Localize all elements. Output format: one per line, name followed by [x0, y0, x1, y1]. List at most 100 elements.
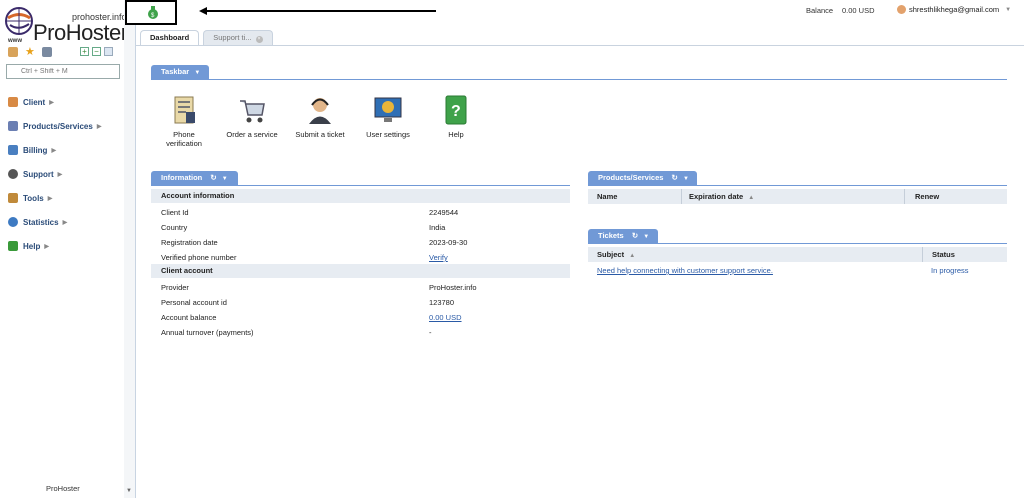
col-name[interactable]: Name — [597, 189, 617, 204]
info-key: Registration date — [161, 238, 218, 247]
scroll-down-icon[interactable]: ▼ — [126, 488, 132, 494]
menu-item-support[interactable]: Support ▶ — [8, 162, 101, 186]
sidebar: prohoster.info ProHoster www ★ + − Clien… — [0, 0, 136, 498]
info-key: Account balance — [161, 313, 217, 322]
col-subject[interactable]: Subject ▲ — [597, 247, 635, 264]
globe-icon — [8, 217, 18, 227]
refresh-icon[interactable]: ↻ — [210, 173, 216, 182]
col-status[interactable]: Status — [922, 247, 955, 262]
menu-item-help[interactable]: Help ▶ — [8, 234, 101, 258]
refresh-icon[interactable]: ↻ — [632, 231, 638, 240]
globe-logo-icon — [5, 7, 33, 35]
col-expiration-label: Expiration date — [689, 192, 744, 201]
user-avatar-icon — [897, 5, 906, 14]
task-label: User settings — [366, 130, 410, 139]
chevron-right-icon: ▶ — [44, 243, 49, 250]
logo-wordmark: ProHoster — [33, 20, 128, 45]
info-key: Personal account id — [161, 298, 227, 307]
logo-www: www — [8, 38, 23, 44]
info-key: Annual turnover (payments) — [161, 328, 254, 337]
tab-dashboard[interactable]: Dashboard — [140, 30, 200, 45]
chevron-down-icon[interactable]: ▼ — [643, 234, 649, 240]
toolbox-icon[interactable] — [42, 47, 52, 57]
tickets-table-header: Subject ▲ Status — [588, 247, 1007, 262]
chevron-right-icon: ▶ — [62, 219, 68, 226]
chevron-down-icon[interactable]: ▼ — [222, 176, 228, 182]
refresh-icon[interactable]: ↻ — [672, 173, 678, 182]
menu-label: Products/Services — [23, 121, 93, 131]
prohoster-logo[interactable]: prohoster.info ProHoster www — [2, 4, 128, 45]
client-account-section: Client account — [151, 264, 570, 278]
favorites-star-icon[interactable]: ★ — [25, 47, 35, 58]
balance-label: Balance — [806, 6, 834, 15]
menu-item-tools[interactable]: Tools ▶ — [8, 186, 101, 210]
menu-label: Statistics — [23, 217, 59, 227]
chevron-right-icon: ▶ — [96, 123, 102, 130]
col-subject-label: Subject — [597, 250, 625, 259]
money-bag-icon[interactable]: $ — [147, 5, 159, 19]
chevron-right-icon: ▶ — [57, 171, 63, 178]
headset-icon — [8, 169, 18, 179]
tree-icon[interactable] — [8, 47, 18, 57]
task-help[interactable]: ? Help — [422, 95, 490, 148]
menu-item-billing[interactable]: Billing ▶ — [8, 138, 101, 162]
chevron-right-icon: ▶ — [47, 195, 53, 202]
support-agent-icon — [309, 98, 331, 124]
menu-item-client[interactable]: Client ▶ — [8, 90, 101, 114]
task-label: Order a service — [226, 130, 278, 139]
menu-item-products[interactable]: Products/Services ▶ — [8, 114, 101, 138]
ticket-subject-link[interactable]: Need help connecting with customer suppo… — [597, 266, 773, 275]
user-email: shresthlikhega@gmail.com — [909, 5, 1000, 14]
account-id-value: 123780 — [429, 298, 455, 307]
info-key: Client Id — [161, 208, 189, 217]
task-order-service[interactable]: Order a service — [218, 95, 286, 148]
task-user-settings[interactable]: User settings — [354, 95, 422, 148]
account-balance-link[interactable]: 0.00 USD — [429, 313, 462, 322]
expand-all-icon[interactable]: + — [80, 47, 89, 56]
products-header[interactable]: Products/Services ↻ ▼ — [588, 171, 697, 185]
main-menu: Client ▶ Products/Services ▶ Billing ▶ Supp… — [8, 90, 101, 258]
sort-asc-icon: ▲ — [748, 195, 755, 201]
pin-icon[interactable] — [104, 47, 113, 56]
tab-support-ticket[interactable]: Support ti... × — [203, 30, 273, 45]
taskbar-items: Phone verification Order a service Submi… — [150, 95, 490, 148]
chevron-right-icon: ▶ — [51, 147, 57, 154]
menu-search-input[interactable] — [6, 64, 120, 79]
account-info-section: Account information — [151, 189, 570, 203]
turnover-value: - — [429, 328, 432, 337]
tickets-header[interactable]: Tickets ↻ ▼ — [588, 229, 658, 243]
menu-item-statistics[interactable]: Statistics ▶ — [8, 210, 101, 234]
tab-bar: Dashboard Support ti... × — [140, 30, 273, 45]
col-renew[interactable]: Renew — [904, 189, 939, 204]
user-menu[interactable]: shresthlikhega@gmail.com ▼ — [897, 5, 1011, 14]
tab-divider — [136, 45, 1024, 46]
collapse-all-icon[interactable]: − — [92, 47, 101, 56]
tickets-title: Tickets — [598, 231, 624, 240]
task-submit-ticket[interactable]: Submit a ticket — [286, 95, 354, 148]
billing-icon — [8, 145, 18, 155]
help-book-icon — [8, 241, 18, 251]
col-expiration[interactable]: Expiration date ▲ — [681, 189, 754, 204]
shopping-cart-icon — [240, 100, 265, 123]
sidebar-scrollbar[interactable]: ▼ — [124, 0, 135, 498]
products-line — [588, 185, 1007, 186]
info-key: Provider — [161, 283, 189, 292]
svg-text:?: ? — [451, 103, 461, 120]
information-title: Information — [161, 173, 203, 182]
close-icon[interactable]: × — [255, 36, 263, 43]
chevron-down-icon: ▼ — [194, 70, 201, 76]
taskbar-header[interactable]: Taskbar ▼ — [151, 65, 209, 79]
tools-icon — [8, 193, 18, 203]
products-title: Products/Services — [598, 173, 664, 182]
client-id-value: 2249544 — [429, 208, 459, 217]
verify-link[interactable]: Verify — [429, 253, 448, 262]
info-key: Country — [161, 223, 188, 232]
menu-label: Support — [23, 169, 54, 179]
taskbar-line — [151, 79, 1007, 80]
information-line — [151, 185, 570, 186]
information-header[interactable]: Information ↻ ▼ — [151, 171, 238, 185]
chevron-down-icon[interactable]: ▼ — [683, 176, 689, 182]
task-phone-verification[interactable]: Phone verification — [150, 95, 218, 148]
task-label: Phone — [173, 130, 195, 139]
country-value: India — [429, 223, 446, 232]
